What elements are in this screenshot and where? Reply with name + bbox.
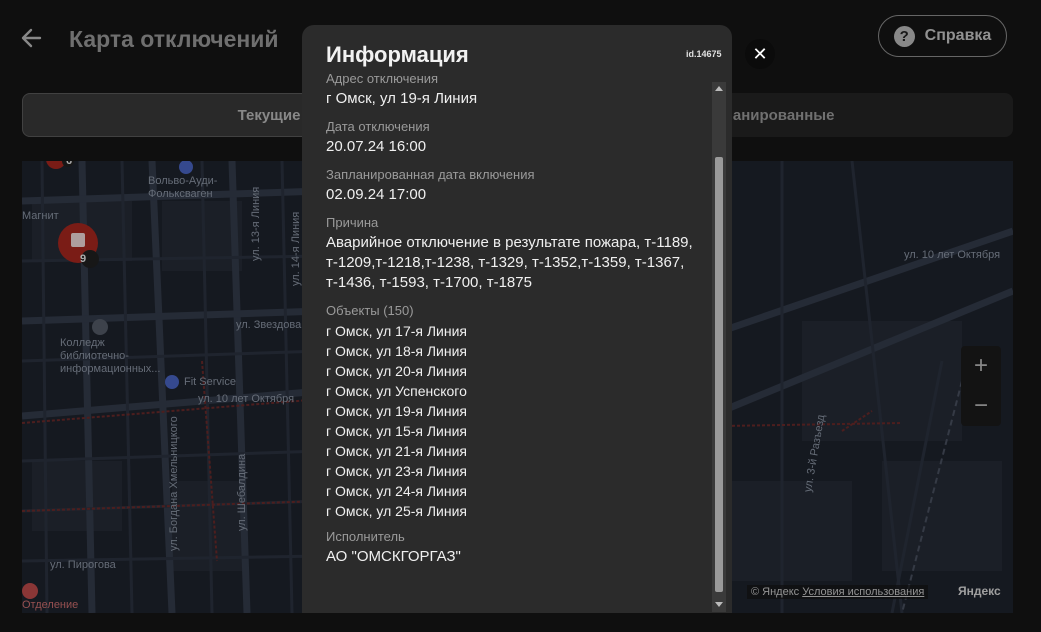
executor-label: Исполнитель [326, 529, 405, 544]
close-button[interactable]: ✕ [745, 39, 775, 69]
object-item: г Омск, ул 17-я Линия [326, 323, 468, 339]
address-value: г Омск, ул 19-я Линия [326, 90, 478, 107]
scrollbar-thumb[interactable] [715, 157, 723, 592]
date-value: 20.07.24 16:00 [326, 138, 427, 155]
map-label-pirogova: ул. Пирогова [50, 559, 116, 571]
attribution-prefix: © Яндекс [751, 586, 800, 598]
object-item: г Омск, ул Успенского [326, 383, 467, 399]
map-label-oktyabrya-right: ул. 10 лет Октября [904, 249, 1001, 261]
cluster-count-top: 6 [66, 161, 73, 167]
cluster-count: 9 [80, 253, 87, 265]
object-item: г Омск, ул 19-я Линия [326, 403, 468, 419]
objects-list: г Омск, ул 17-я Линия г Омск, ул 18-я Ли… [326, 321, 711, 521]
map-label-khmelnitskogo: ул. Богдана Хмельницкого [168, 416, 180, 551]
executor-value: АО "ОМСКГОРГАЗ" [326, 548, 461, 565]
scroll-down-icon[interactable] [715, 602, 723, 607]
reason-label: Причина [326, 215, 379, 230]
help-button[interactable]: ? Справка [878, 15, 1007, 57]
zoom-in-button[interactable]: + [961, 346, 1001, 386]
object-item: г Омск, ул 20-я Линия [326, 363, 468, 379]
map-label-magnit: Магнит [22, 210, 59, 222]
modal-scrollbar[interactable] [712, 82, 726, 612]
outage-id: id.14675 [686, 49, 722, 59]
page-title: Карта отключений [69, 26, 279, 52]
help-button-label: Справка [924, 27, 992, 44]
arrow-left-icon [21, 28, 42, 48]
zoom-controls: + − [961, 346, 1001, 426]
reason-value: Аварийное отключение в результате пожара… [326, 234, 693, 291]
terms-link[interactable]: Условия использования [802, 586, 924, 598]
objects-label: Объекты (150) [326, 303, 414, 318]
map-label-fit-service: Fit Service [184, 376, 236, 388]
modal-body[interactable]: Адрес отключения г Омск, ул 19-я Линия Д… [326, 71, 711, 611]
map-label-volvo: Вольво-Ауди-Фольксваген [148, 175, 218, 200]
map-label-shebaldina: ул. Шебалдина [236, 453, 248, 531]
question-icon: ? [893, 25, 915, 47]
object-item: г Омск, ул 21-я Линия [326, 443, 468, 459]
scroll-up-icon[interactable] [715, 86, 723, 91]
modal-title: Информация [326, 42, 469, 67]
object-item: г Омск, ул 15-я Линия [326, 423, 468, 439]
planned-date-value: 02.09.24 17:00 [326, 186, 427, 203]
map-label-oktyabrya-left: ул. 10 лет Октября [198, 393, 295, 405]
planned-date-label: Запланированная дата включения [326, 167, 535, 182]
address-label: Адрес отключения [326, 71, 439, 86]
back-button[interactable] [18, 24, 50, 52]
map-attribution: © Яндекс Условия использования [747, 585, 929, 599]
map-label-liniya13: ул. 13-я Линия [250, 186, 262, 261]
info-modal: Информация id.14675 Адрес отключения г О… [302, 25, 732, 613]
map-label-liniya14: ул. 14-я Линия [290, 211, 302, 286]
object-item: г Омск, ул 25-я Линия [326, 503, 468, 519]
map-label-zvezdova: ул. Звездова [236, 319, 302, 331]
object-item: г Омск, ул 24-я Линия [326, 483, 468, 499]
date-label: Дата отключения [326, 119, 430, 134]
object-item: г Омск, ул 18-я Линия [326, 343, 468, 359]
map-label-college: Колледж библиотечно-информационных... [60, 337, 161, 375]
zoom-out-button[interactable]: − [961, 386, 1001, 426]
map-label-otdelenie: Отделение [22, 599, 79, 611]
yandex-logo: Яндекс [958, 584, 1001, 598]
object-item: г Омск, ул 23-я Линия [326, 463, 468, 479]
